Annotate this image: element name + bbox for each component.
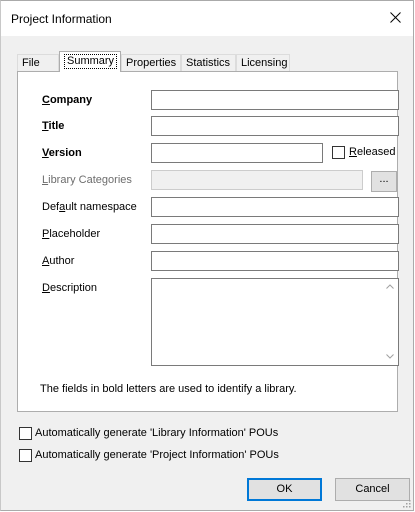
tab-file-label: File	[22, 57, 40, 69]
version-field[interactable]	[151, 143, 323, 163]
tab-licensing-label: Licensing	[241, 57, 288, 69]
resize-grip-icon[interactable]	[401, 498, 411, 508]
released-label: Released	[349, 146, 396, 158]
title-field[interactable]	[151, 116, 399, 136]
auto-project-info-label: Automatically generate 'Project Informat…	[35, 449, 279, 461]
cancel-button[interactable]: Cancel	[335, 478, 410, 501]
company-field[interactable]	[151, 90, 399, 110]
tab-properties-label: Properties	[126, 57, 177, 69]
project-information-dialog: Project Information File Summary Propert…	[0, 0, 414, 511]
close-button[interactable]	[379, 1, 413, 35]
scroll-up-icon[interactable]	[386, 284, 394, 289]
default-namespace-field[interactable]	[151, 197, 399, 217]
author-label: Author	[42, 255, 75, 267]
description-field[interactable]	[151, 278, 399, 366]
tab-statistics-label: Statistics	[186, 57, 231, 69]
title-bar: Project Information	[1, 1, 413, 36]
tab-summary-label: Summary	[67, 55, 115, 67]
ok-button[interactable]: OK	[247, 478, 322, 501]
close-icon	[390, 12, 401, 23]
description-scrollbar[interactable]	[382, 279, 398, 365]
author-field[interactable]	[151, 251, 399, 271]
default-namespace-label: Default namespace	[42, 201, 137, 213]
identification-hint: The fields in bold letters are used to i…	[40, 383, 297, 395]
description-label: Description	[42, 282, 98, 294]
window-title: Project Information	[11, 12, 112, 26]
placeholder-label: Placeholder	[42, 228, 101, 240]
released-checkbox[interactable]	[332, 146, 345, 159]
scroll-down-icon[interactable]	[386, 354, 394, 359]
library-categories-label: Library Categories	[42, 174, 132, 186]
version-label: Version	[42, 147, 82, 159]
placeholder-field[interactable]	[151, 224, 399, 244]
tab-licensing[interactable]: Licensing	[236, 54, 290, 71]
title-label: Title	[42, 120, 65, 132]
tab-statistics[interactable]: Statistics	[181, 54, 236, 71]
company-label: Company	[42, 94, 93, 106]
auto-library-info-label: Automatically generate 'Library Informat…	[35, 427, 279, 439]
library-categories-field	[151, 170, 363, 190]
auto-library-info-checkbox[interactable]	[19, 427, 32, 440]
library-categories-browse-button[interactable]: ...	[371, 171, 397, 192]
summary-panel: Company Title Version Released Library C…	[17, 71, 399, 412]
tab-summary[interactable]: Summary	[59, 51, 121, 72]
tab-properties[interactable]: Properties	[121, 54, 181, 71]
tab-file[interactable]: File	[17, 54, 59, 71]
auto-project-info-checkbox[interactable]	[19, 449, 32, 462]
